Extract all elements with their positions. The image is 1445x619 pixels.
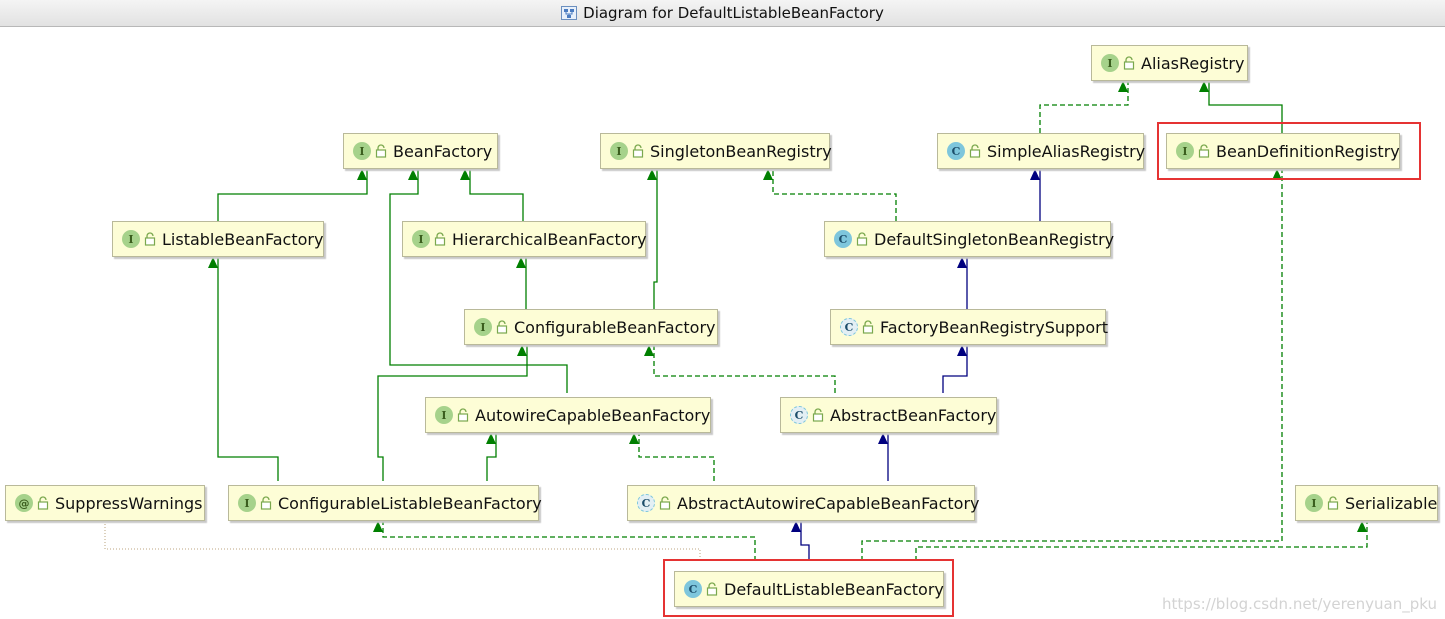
node-autowire-capable-bean-factory[interactable]: I AutowireCapableBeanFactory [425, 397, 711, 433]
lock-icon [457, 408, 469, 422]
highlight-bean-definition-registry [1157, 122, 1421, 180]
lock-icon [969, 144, 981, 158]
lock-icon [1123, 56, 1135, 70]
edge-defaultlistable-abstractautowire [791, 521, 810, 561]
edge-listable-beanfactory [217, 169, 368, 221]
edge-configlistable-listable [208, 257, 279, 481]
node-simple-alias-registry[interactable]: C SimpleAliasRegistry [937, 133, 1146, 169]
node-serializable[interactable]: I Serializable [1295, 485, 1438, 521]
node-label: AbstractAutowireCapableBeanFactory [677, 493, 980, 513]
node-abstract-bean-factory[interactable]: C AbstractBeanFactory [780, 397, 997, 433]
node-label: SuppressWarnings [55, 493, 203, 513]
interface-icon: I [1305, 494, 1323, 512]
node-label: SimpleAliasRegistry [987, 141, 1146, 161]
interface-icon: I [474, 318, 492, 336]
class-icon: C [947, 142, 965, 160]
node-abstract-autowire-capable-bean-factory[interactable]: C AbstractAutowireCapableBeanFactory [627, 485, 980, 521]
edge-configlistable-autowire [486, 433, 497, 481]
node-listable-bean-factory[interactable]: I ListableBeanFactory [112, 221, 324, 257]
lock-icon [260, 496, 272, 510]
edge-abstractautowire-autowire [629, 433, 715, 481]
class-icon: C [834, 230, 852, 248]
lock-icon [659, 496, 671, 510]
node-singleton-bean-registry[interactable]: I SingletonBeanRegistry [600, 133, 832, 169]
lock-icon [1327, 496, 1339, 510]
node-alias-registry[interactable]: I AliasRegistry [1091, 45, 1248, 81]
edge-hierarchical-beanfactory [460, 169, 524, 221]
edge-defaultsingleton-singletonregistry [763, 169, 897, 221]
node-label: Serializable [1345, 493, 1438, 513]
abstract-class-icon: C [637, 494, 655, 512]
node-default-singleton-bean-registry[interactable]: C DefaultSingletonBeanRegistry [824, 221, 1115, 257]
edge-suppresswarnings [104, 521, 701, 561]
abstract-class-icon: C [840, 318, 858, 336]
interface-icon: I [122, 230, 140, 248]
watermark: https://blog.csdn.net/yerenyuan_pku [1162, 595, 1437, 613]
edge-simplealias-aliasregistry [1039, 81, 1129, 133]
node-label: ConfigurableListableBeanFactory [278, 493, 542, 513]
node-label: ListableBeanFactory [162, 229, 324, 249]
edge-abstractbf-factorybeanreg [942, 345, 968, 393]
diagram-icon [561, 6, 578, 20]
interface-icon: I [610, 142, 628, 160]
node-label: FactoryBeanRegistrySupport [880, 317, 1108, 337]
lock-icon [632, 144, 644, 158]
annotation-icon: @ [15, 494, 33, 512]
edge-defaultlistable-configlistable [373, 521, 756, 561]
lock-icon [434, 232, 446, 246]
node-label: AliasRegistry [1141, 53, 1245, 73]
edge-autowire-beanfactory [389, 169, 568, 393]
lock-icon [144, 232, 156, 246]
diagram-canvas: I AliasRegistry I BeanFactory I Singleto… [0, 27, 1445, 619]
node-bean-factory[interactable]: I BeanFactory [343, 133, 498, 169]
edge-configurable-singletonregistry [647, 169, 658, 309]
interface-icon: I [435, 406, 453, 424]
lock-icon [496, 320, 508, 334]
lock-icon [862, 320, 874, 334]
edges-layer [104, 81, 1368, 561]
node-label: AbstractBeanFactory [830, 405, 997, 425]
interface-icon: I [412, 230, 430, 248]
lock-icon [375, 144, 387, 158]
edge-abstractbf-configurable [644, 345, 836, 393]
window-title: Diagram for DefaultListableBeanFactory [583, 4, 884, 22]
node-label: HierarchicalBeanFactory [452, 229, 647, 249]
node-configurable-listable-bean-factory[interactable]: I ConfigurableListableBeanFactory [228, 485, 542, 521]
interface-icon: I [1101, 54, 1119, 72]
node-label: DefaultSingletonBeanRegistry [874, 229, 1115, 249]
node-label: ConfigurableBeanFactory [514, 317, 716, 337]
node-label: AutowireCapableBeanFactory [475, 405, 711, 425]
highlight-default-listable-bean-factory [663, 559, 954, 617]
node-configurable-bean-factory[interactable]: I ConfigurableBeanFactory [464, 309, 718, 345]
node-suppress-warnings[interactable]: @ SuppressWarnings [5, 485, 205, 521]
window-titlebar: Diagram for DefaultListableBeanFactory [0, 0, 1445, 27]
interface-icon: I [238, 494, 256, 512]
lock-icon [37, 496, 49, 510]
interface-icon: I [353, 142, 371, 160]
lock-icon [856, 232, 868, 246]
node-label: BeanFactory [393, 141, 493, 161]
node-label: SingletonBeanRegistry [650, 141, 832, 161]
abstract-class-icon: C [790, 406, 808, 424]
node-hierarchical-bean-factory[interactable]: I HierarchicalBeanFactory [402, 221, 647, 257]
node-factory-bean-registry-support[interactable]: C FactoryBeanRegistrySupport [830, 309, 1108, 345]
lock-icon [812, 408, 824, 422]
